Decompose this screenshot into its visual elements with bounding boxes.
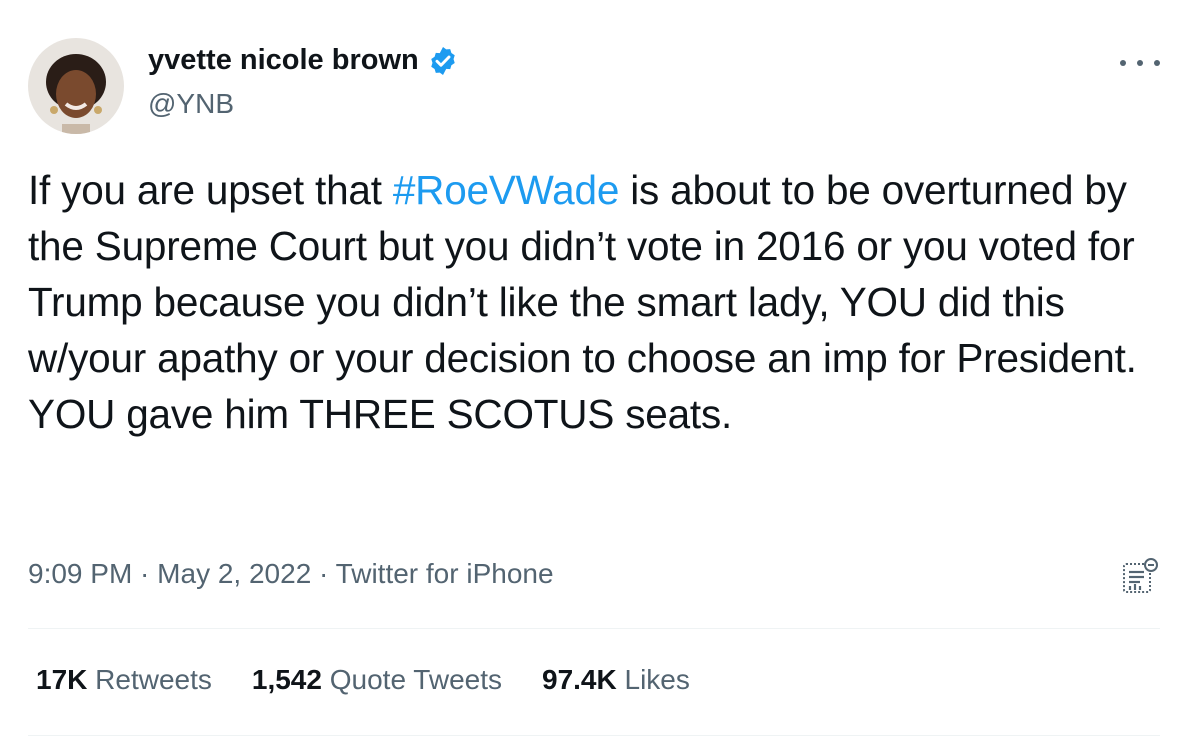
retweets-label: Retweets	[95, 664, 212, 695]
likes-label: Likes	[624, 664, 690, 695]
tweet-text: If you are upset that #RoeVWade is about…	[28, 162, 1178, 442]
retweets-stat[interactable]: 17K Retweets	[36, 664, 212, 696]
hashtag-link[interactable]: #RoeVWade	[393, 167, 620, 213]
tweet-meta: 9:09 PM · May 2, 2022 · Twitter for iPho…	[28, 558, 554, 590]
author-name[interactable]: yvette nicole brown	[148, 44, 419, 77]
dot	[1137, 60, 1143, 66]
tweet-source[interactable]: Twitter for iPhone	[336, 558, 554, 589]
verified-badge-icon	[427, 45, 459, 77]
dot	[1154, 60, 1160, 66]
tweet-text-before: If you are upset that	[28, 167, 393, 213]
avatar[interactable]	[28, 38, 124, 134]
meta-separator: ·	[132, 558, 158, 589]
author-handle[interactable]: @YNB	[148, 88, 234, 120]
likes-count: 97.4K	[542, 664, 617, 695]
divider	[28, 628, 1160, 629]
likes-stat[interactable]: 97.4K Likes	[542, 664, 690, 696]
more-options-icon[interactable]	[1120, 48, 1160, 78]
author-name-row[interactable]: yvette nicole brown	[148, 44, 459, 77]
quotes-label: Quote Tweets	[329, 664, 502, 695]
dot	[1120, 60, 1126, 66]
retweets-count: 17K	[36, 664, 88, 695]
quote-tweets-stat[interactable]: 1,542 Quote Tweets	[252, 664, 502, 696]
tweet-time[interactable]: 9:09 PM	[28, 558, 132, 589]
meta-separator: ·	[311, 558, 336, 589]
analytics-icon[interactable]	[1120, 556, 1160, 596]
tweet-stats: 17K Retweets 1,542 Quote Tweets 97.4K Li…	[36, 664, 730, 696]
tweet-date[interactable]: May 2, 2022	[157, 558, 311, 589]
divider	[28, 735, 1160, 736]
quotes-count: 1,542	[251, 664, 322, 695]
